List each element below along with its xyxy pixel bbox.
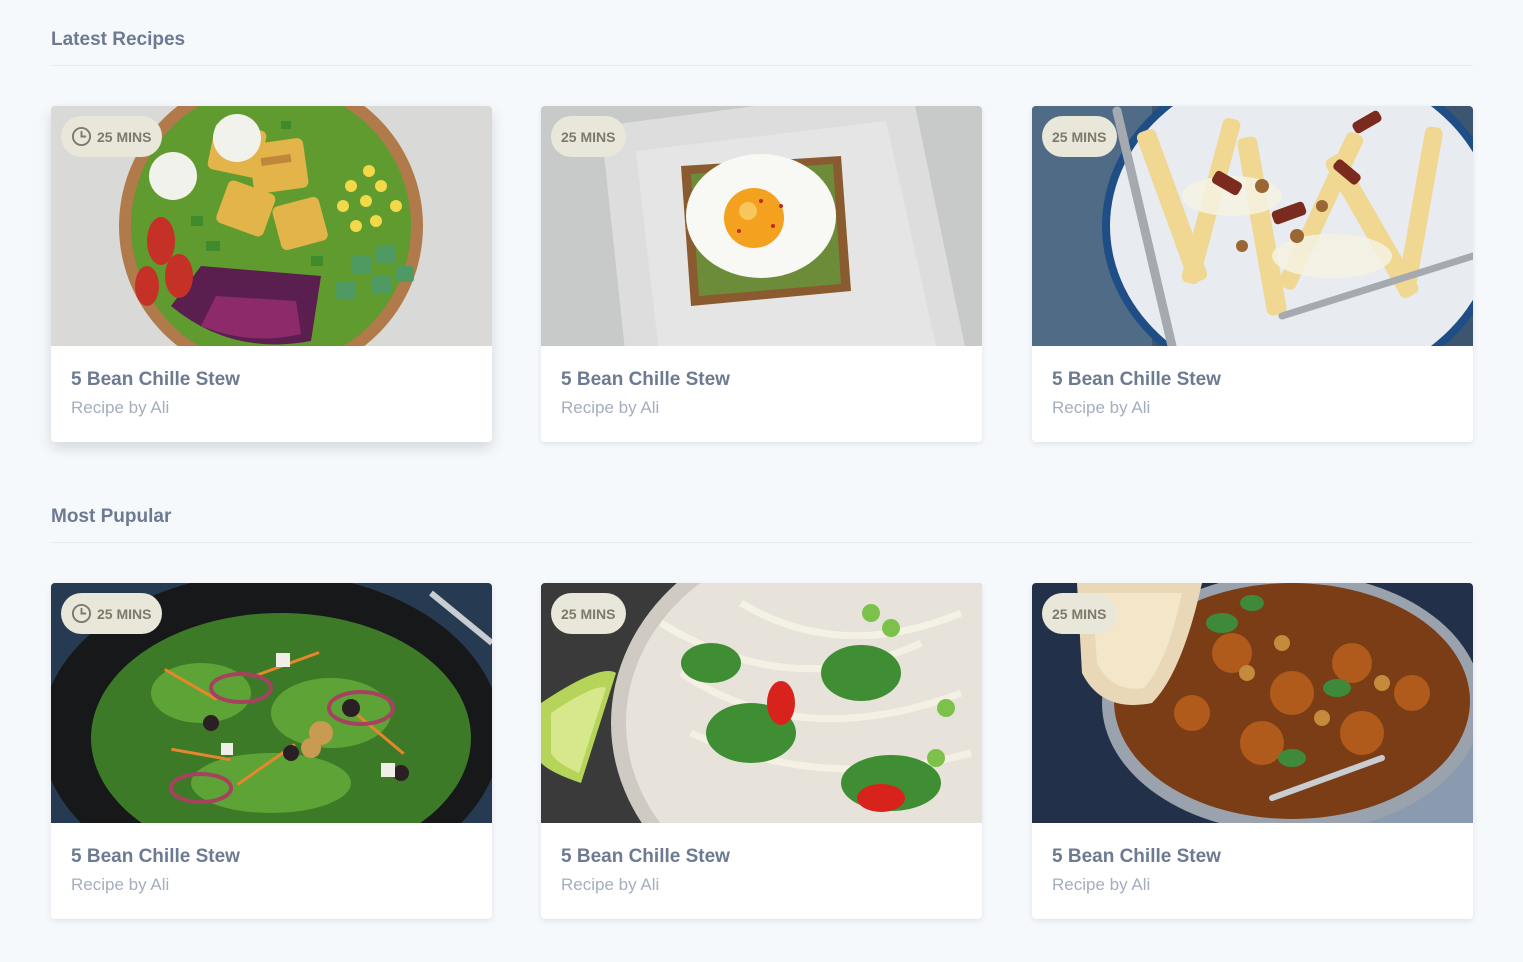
- recipe-title[interactable]: 5 Bean Chille Stew: [561, 846, 730, 868]
- time-badge-label: 25 MINS: [97, 605, 152, 622]
- time-badge-label: 25 MINS: [1052, 605, 1107, 622]
- time-badge: 25 MINS: [1042, 593, 1118, 634]
- recipe-card[interactable]: 25 MINS 5 Bean Chille Stew Recipe by Ali: [541, 106, 982, 442]
- recipe-author: Recipe by Ali: [1052, 398, 1151, 417]
- section-divider: [51, 542, 1473, 543]
- time-badge: 25 MINS: [551, 116, 627, 157]
- recipe-card[interactable]: 25 MINS 5 Bean Chille Stew Recipe by Ali: [51, 106, 492, 442]
- recipe-author: Recipe by Ali: [561, 875, 660, 894]
- time-badge: 25 MINS: [61, 593, 163, 634]
- recipe-card[interactable]: 25 MINS 5 Bean Chille Stew Recipe by Ali: [541, 583, 982, 919]
- time-badge: 25 MINS: [1042, 116, 1118, 157]
- recipe-card[interactable]: 25 MINS 5 Bean Chille Stew Recipe by Ali: [1032, 583, 1473, 919]
- recipe-author: Recipe by Ali: [71, 398, 170, 417]
- recipe-title[interactable]: 5 Bean Chille Stew: [71, 369, 240, 391]
- section-divider: [51, 65, 1473, 66]
- recipe-title[interactable]: 5 Bean Chille Stew: [1052, 846, 1221, 868]
- recipe-title[interactable]: 5 Bean Chille Stew: [1052, 369, 1221, 391]
- time-badge: 25 MINS: [61, 116, 163, 157]
- time-badge: 25 MINS: [551, 593, 627, 634]
- recipes-page: Latest Recipes 25 MINS 5 Bean Chille Ste…: [0, 0, 1523, 962]
- time-badge-label: 25 MINS: [97, 128, 152, 145]
- clock-icon: [71, 603, 92, 624]
- recipe-author: Recipe by Ali: [1052, 875, 1151, 894]
- time-badge-label: 25 MINS: [561, 128, 616, 145]
- section-title-latest-recipes: Latest Recipes: [51, 29, 186, 50]
- clock-icon: [71, 126, 92, 147]
- recipe-author: Recipe by Ali: [561, 398, 660, 417]
- time-badge-label: 25 MINS: [1052, 128, 1107, 145]
- recipe-card[interactable]: 25 MINS 5 Bean Chille Stew Recipe by Ali: [51, 583, 492, 919]
- recipe-author: Recipe by Ali: [71, 875, 170, 894]
- section-title-most-popular: Most Pupular: [51, 506, 172, 527]
- recipe-title[interactable]: 5 Bean Chille Stew: [71, 846, 240, 868]
- time-badge-label: 25 MINS: [561, 605, 616, 622]
- recipe-title[interactable]: 5 Bean Chille Stew: [561, 369, 730, 391]
- recipe-card[interactable]: 25 MINS 5 Bean Chille Stew Recipe by Ali: [1032, 106, 1473, 442]
